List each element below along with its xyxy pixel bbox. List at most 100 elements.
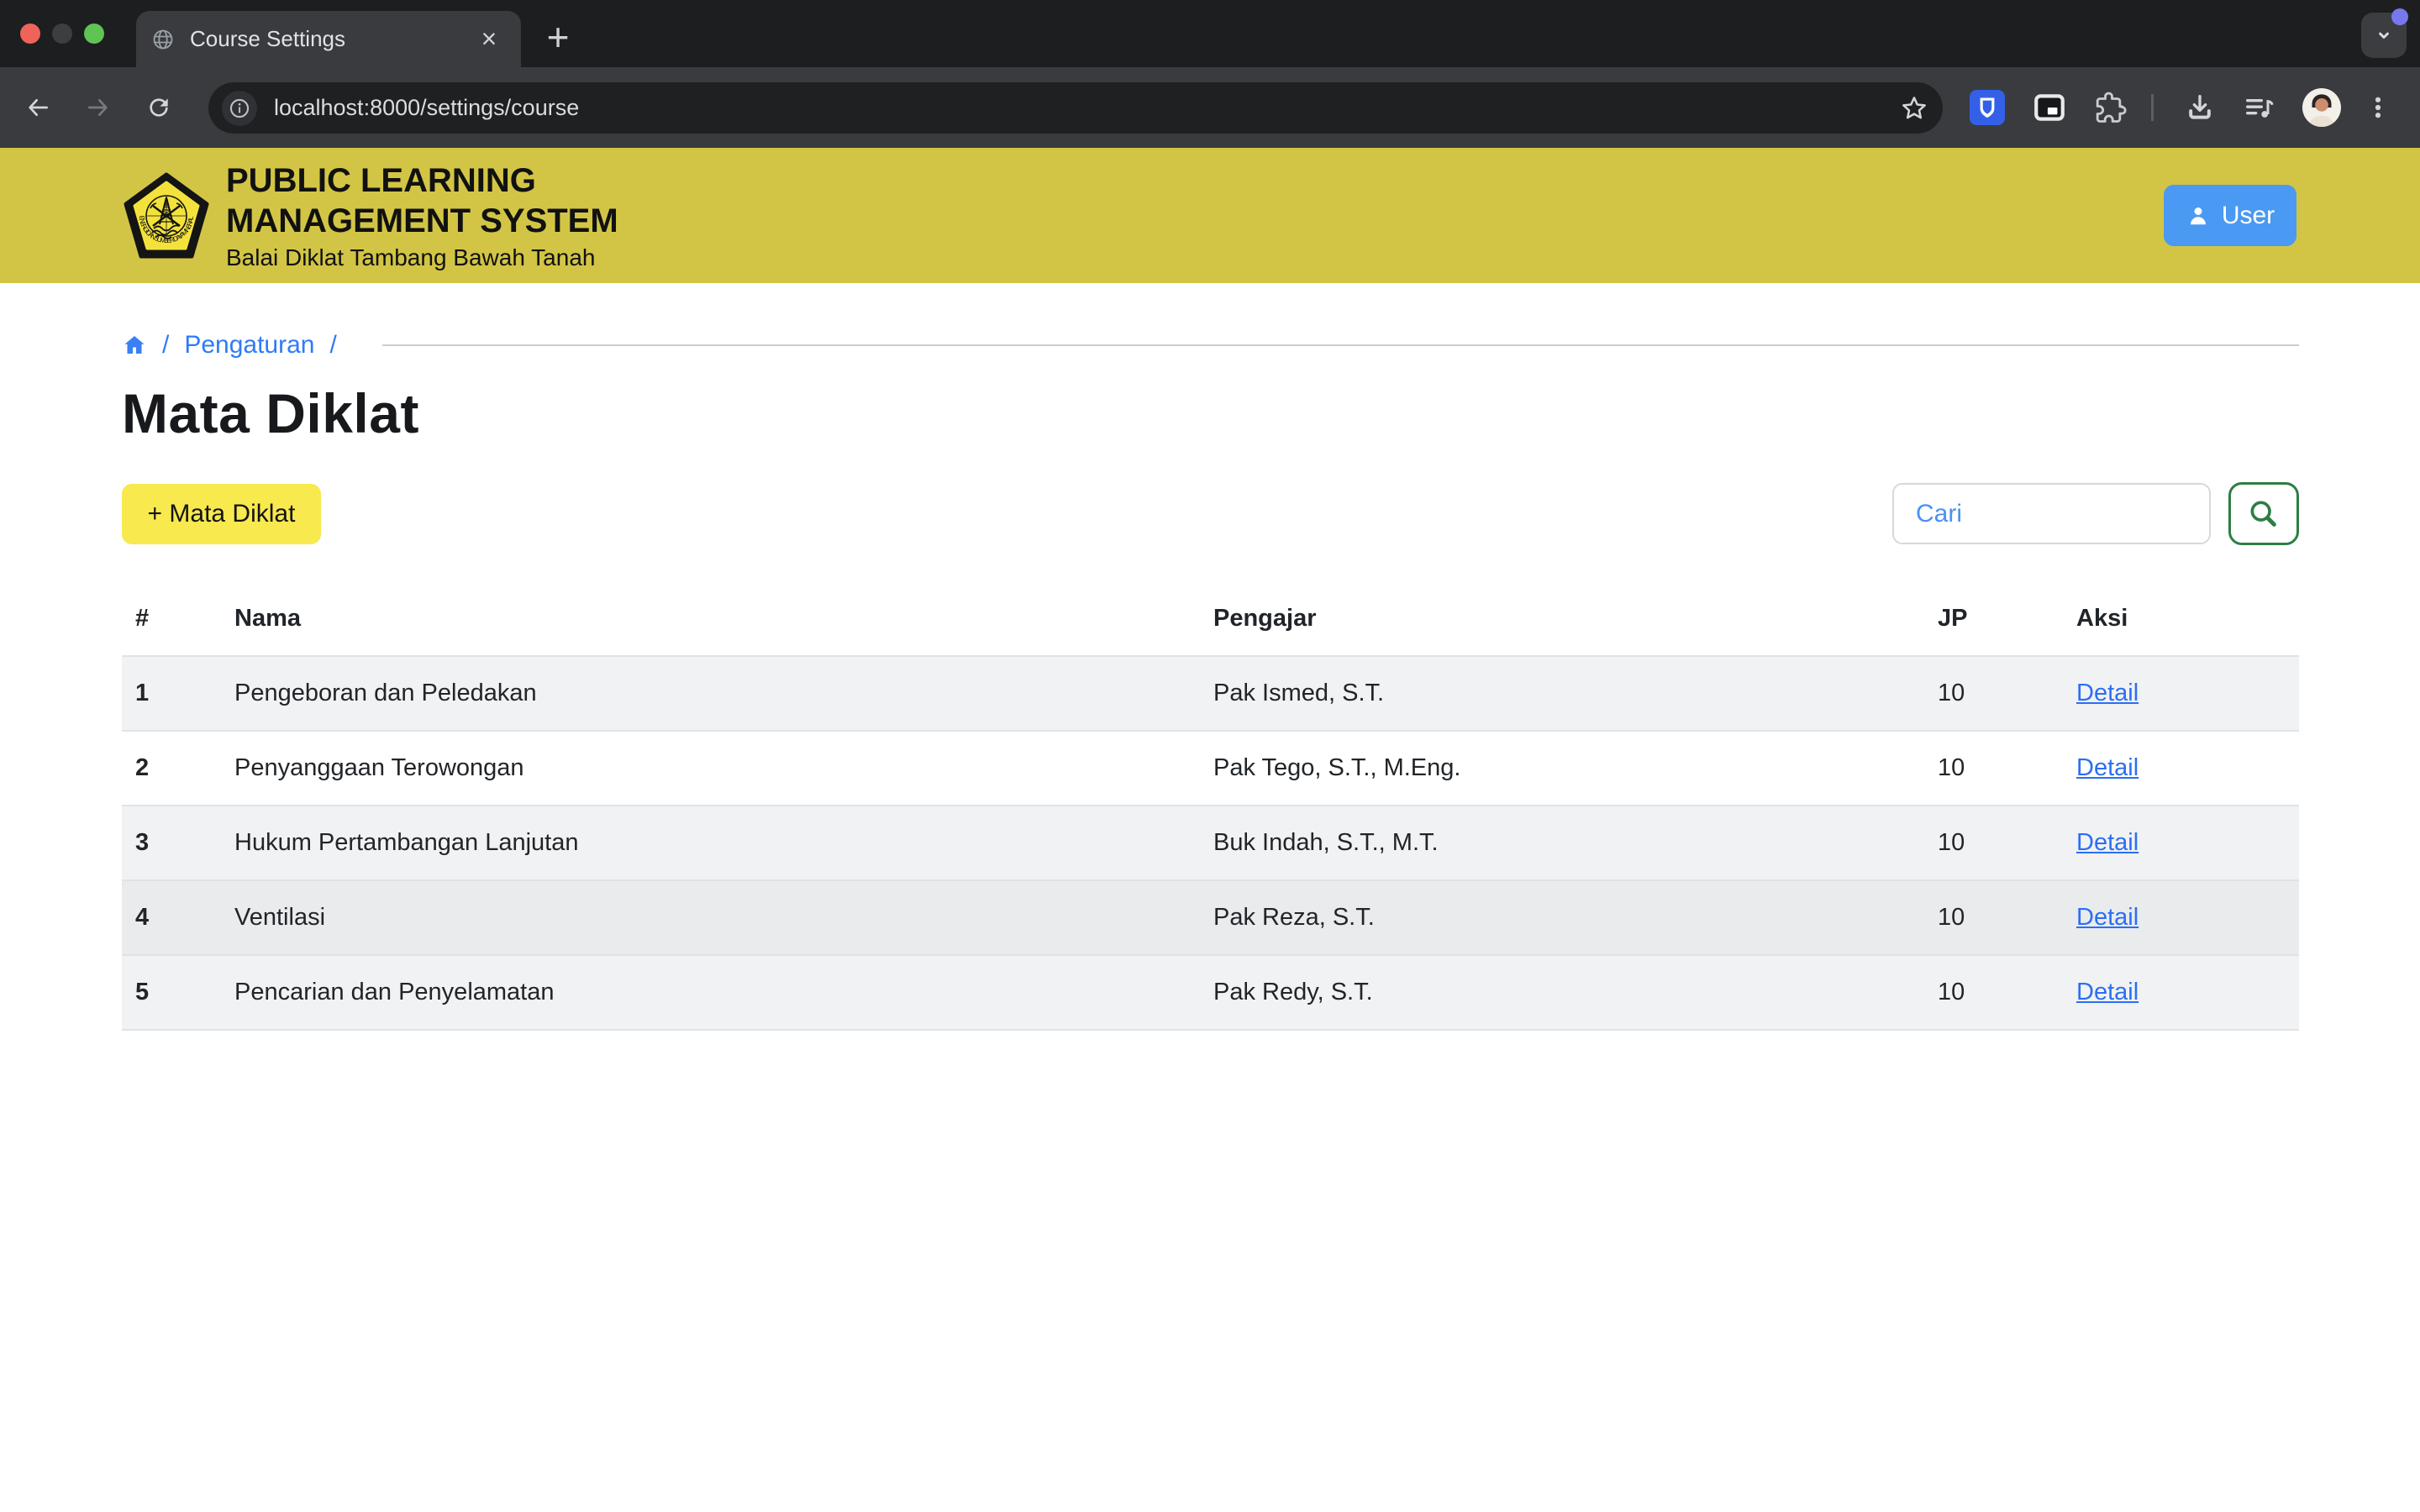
esdm-logo: ENERGI DAN SUMBER DAYA MINERAL xyxy=(122,172,211,260)
picture-in-picture-extension-button[interactable] xyxy=(2029,87,2070,128)
row-number: 2 xyxy=(122,731,221,806)
table-row: 5Pencarian dan PenyelamatanPak Redy, S.T… xyxy=(122,955,2299,1030)
kebab-menu-icon xyxy=(2364,93,2392,122)
course-name-cell: Pengeboran dan Peledakan xyxy=(221,656,1200,731)
table-row: 2Penyanggaan TerowonganPak Tego, S.T., M… xyxy=(122,731,2299,806)
table-body: 1Pengeboran dan PeledakanPak Ismed, S.T.… xyxy=(122,656,2299,1030)
new-tab-button[interactable]: + xyxy=(534,13,581,60)
jp-cell: 10 xyxy=(1924,656,2063,731)
browser-tab[interactable]: Course Settings × xyxy=(136,11,521,67)
course-name-cell: Hukum Pertambangan Lanjutan xyxy=(221,806,1200,880)
user-button[interactable]: User xyxy=(2164,185,2296,246)
teacher-name-cell: Pak Redy, S.T. xyxy=(1200,955,1924,1030)
search-group xyxy=(1892,482,2299,545)
downloads-button[interactable] xyxy=(2180,87,2220,128)
page-title: Mata Diklat xyxy=(122,381,2299,445)
course-name-cell: Pencarian dan Penyelamatan xyxy=(221,955,1200,1030)
browser-window: Course Settings × + xyxy=(0,0,2420,1512)
jp-cell: 10 xyxy=(1924,880,2063,955)
detail-link[interactable]: Detail xyxy=(2076,829,2139,856)
reload-icon xyxy=(145,94,172,121)
action-cell: Detail xyxy=(2063,656,2299,731)
window-minimize-button[interactable] xyxy=(52,24,72,44)
profile-avatar[interactable] xyxy=(2302,87,2342,128)
breadcrumb: / Pengaturan / xyxy=(122,331,2299,360)
detail-link[interactable]: Detail xyxy=(2076,979,2139,1005)
teacher-name-cell: Pak Ismed, S.T. xyxy=(1200,656,1924,731)
action-cell: Detail xyxy=(2063,806,2299,880)
back-arrow-icon xyxy=(24,94,51,121)
bitwarden-extension-button[interactable] xyxy=(1967,87,2007,128)
detail-link[interactable]: Detail xyxy=(2076,754,2139,781)
teacher-name-cell: Buk Indah, S.T., M.T. xyxy=(1200,806,1924,880)
col-header-aksi: Aksi xyxy=(2063,585,2299,656)
home-icon xyxy=(122,333,147,358)
forward-arrow-icon xyxy=(85,94,112,121)
download-icon xyxy=(2183,91,2217,124)
chevron-down-icon xyxy=(2371,23,2396,48)
browser-menu-button[interactable] xyxy=(2358,87,2398,128)
picture-in-picture-icon xyxy=(2032,90,2067,125)
window-zoom-button[interactable] xyxy=(84,24,104,44)
tab-close-icon[interactable]: × xyxy=(472,23,506,56)
course-name-cell: Penyanggaan Terowongan xyxy=(221,731,1200,806)
extensions-button[interactable] xyxy=(2091,87,2131,128)
person-icon xyxy=(2186,203,2211,228)
breadcrumb-rule xyxy=(382,344,2299,346)
actions-row: + Mata Diklat xyxy=(122,482,2299,545)
brand-title-line2: MANAGEMENT SYSTEM xyxy=(226,201,618,241)
teacher-name-cell: Pak Reza, S.T. xyxy=(1200,880,1924,955)
brand-block: PUBLIC LEARNING MANAGEMENT SYSTEM Balai … xyxy=(226,160,618,271)
table-row: 1Pengeboran dan PeledakanPak Ismed, S.T.… xyxy=(122,656,2299,731)
teacher-name-cell: Pak Tego, S.T., M.Eng. xyxy=(1200,731,1924,806)
puzzle-piece-icon xyxy=(2094,91,2128,124)
media-controls-button[interactable] xyxy=(2238,87,2279,128)
courses-table-wrap: # Nama Pengajar JP Aksi 1Pengeboran dan … xyxy=(122,585,2299,1031)
jp-cell: 10 xyxy=(1924,955,2063,1030)
row-number: 5 xyxy=(122,955,221,1030)
search-icon xyxy=(2247,497,2281,531)
app-header: ENERGI DAN SUMBER DAYA MINERAL PUBLIC LE… xyxy=(0,148,2420,283)
table-row: 4VentilasiPak Reza, S.T.10 Detail xyxy=(122,880,2299,955)
forward-button[interactable] xyxy=(78,87,118,128)
col-header-pengajar: Pengajar xyxy=(1200,585,1924,656)
address-bar[interactable]: localhost:8000/settings/course xyxy=(208,82,1943,134)
bookmark-star-button[interactable] xyxy=(1899,93,1929,123)
table-row: 3Hukum Pertambangan LanjutanBuk Indah, S… xyxy=(122,806,2299,880)
search-input[interactable] xyxy=(1892,483,2211,544)
breadcrumb-home-link[interactable] xyxy=(122,333,147,358)
add-mata-diklat-button[interactable]: + Mata Diklat xyxy=(122,484,321,544)
breadcrumb-item-pengaturan[interactable]: Pengaturan xyxy=(184,331,314,360)
breadcrumb-separator: / xyxy=(329,331,336,360)
col-header-no: # xyxy=(122,585,221,656)
row-number: 3 xyxy=(122,806,221,880)
action-cell: Detail xyxy=(2063,880,2299,955)
tab-title: Course Settings xyxy=(190,26,472,52)
brand-title-line1: PUBLIC LEARNING xyxy=(226,160,618,201)
course-name-cell: Ventilasi xyxy=(221,880,1200,955)
page-content: / Pengaturan / Mata Diklat + Mata Diklat xyxy=(122,283,2299,1031)
globe-favicon-icon xyxy=(151,28,175,51)
breadcrumb-separator: / xyxy=(162,331,169,360)
jp-cell: 10 xyxy=(1924,806,2063,880)
search-button[interactable] xyxy=(2228,482,2299,545)
brand-subtitle: Balai Diklat Tambang Bawah Tanah xyxy=(226,244,618,271)
playlist-music-icon xyxy=(2242,91,2275,124)
reload-button[interactable] xyxy=(139,87,179,128)
courses-table: # Nama Pengajar JP Aksi 1Pengeboran dan … xyxy=(122,585,2299,1031)
row-number: 4 xyxy=(122,880,221,955)
star-icon xyxy=(1899,93,1929,123)
back-button[interactable] xyxy=(18,87,58,128)
shield-icon xyxy=(1970,90,2005,125)
tab-strip: Course Settings × + xyxy=(0,0,2420,67)
table-header-row: # Nama Pengajar JP Aksi xyxy=(122,585,2299,656)
detail-link[interactable]: Detail xyxy=(2076,680,2139,706)
col-header-nama: Nama xyxy=(221,585,1200,656)
action-cell: Detail xyxy=(2063,731,2299,806)
avatar xyxy=(2302,88,2341,127)
detail-link[interactable]: Detail xyxy=(2076,904,2139,931)
notification-dot xyxy=(2391,8,2408,25)
window-close-button[interactable] xyxy=(20,24,40,44)
site-info-icon[interactable] xyxy=(222,91,257,126)
row-number: 1 xyxy=(122,656,221,731)
